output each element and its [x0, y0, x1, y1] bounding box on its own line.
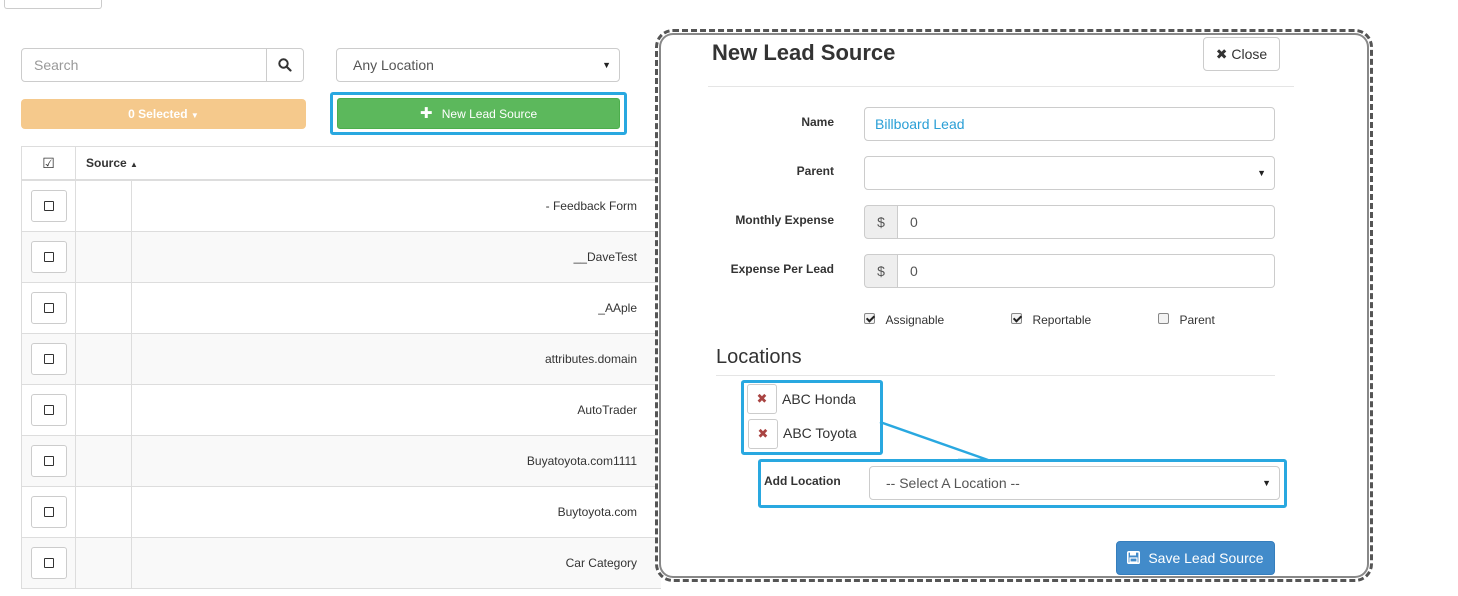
square-icon: [44, 354, 54, 364]
reportable-option[interactable]: Reportable: [1011, 311, 1091, 329]
selected-dropdown-button[interactable]: 0 Selected ▼: [21, 99, 306, 129]
caret-down-icon: ▼: [190, 111, 199, 120]
table-row[interactable]: _AAple: [21, 283, 661, 334]
square-icon: [44, 507, 54, 517]
table-row[interactable]: - Feedback Form: [21, 181, 661, 232]
select-all-checkbox[interactable]: ☑: [22, 147, 76, 180]
row-source: _AAple: [598, 301, 637, 315]
square-icon: [44, 252, 54, 262]
assignable-checkbox[interactable]: [864, 313, 875, 324]
parent-checkbox[interactable]: [1158, 313, 1169, 324]
modal-title: New Lead Source: [712, 40, 896, 65]
row-checkbox[interactable]: [31, 241, 67, 273]
row-blank-cell: [76, 181, 132, 231]
square-icon: [44, 303, 54, 313]
floppy-disk-icon: [1127, 551, 1141, 564]
row-checkbox[interactable]: [31, 343, 67, 375]
search-icon: [278, 58, 292, 72]
row-source: Buytoyota.com: [557, 505, 637, 519]
row-blank-cell: [76, 232, 132, 282]
close-button[interactable]: ✖ Close: [1203, 37, 1280, 71]
name-label: Name: [801, 115, 834, 129]
parent-label: Parent: [796, 164, 834, 178]
reportable-label: Reportable: [1032, 313, 1092, 327]
sort-asc-icon: ▲: [130, 160, 138, 169]
square-icon: [44, 201, 54, 211]
save-lead-source-button[interactable]: Save Lead Source: [1116, 541, 1275, 575]
search-input[interactable]: Search: [21, 48, 267, 82]
reportable-checkbox[interactable]: [1011, 313, 1022, 324]
modal-divider: [708, 86, 1294, 87]
row-blank-cell: [76, 436, 132, 486]
locations-divider: [716, 375, 1275, 376]
row-blank-cell: [76, 538, 132, 588]
location-filter-value: Any Location: [353, 57, 434, 73]
row-source: attributes.domain: [544, 352, 637, 366]
row-source: - Feedback Form: [545, 199, 637, 213]
table-row[interactable]: AutoTrader: [21, 385, 661, 436]
assignable-label: Assignable: [885, 313, 945, 327]
assignable-option[interactable]: Assignable: [864, 311, 944, 329]
parent-select[interactable]: ▼: [864, 156, 1275, 190]
expense-per-lead-label: Expense Per Lead: [730, 262, 834, 276]
row-source: Buyatoyota.com1111: [526, 454, 637, 468]
row-blank-cell: [76, 385, 132, 435]
square-icon: [44, 456, 54, 466]
row-source: Car Category: [565, 556, 637, 570]
row-blank-cell: [76, 283, 132, 333]
chevron-down-icon: ▼: [1257, 168, 1266, 178]
check-square-icon: ☑: [42, 155, 55, 171]
parent-option[interactable]: Parent: [1158, 311, 1215, 329]
dollar-addon: $: [864, 254, 898, 288]
source-column-header[interactable]: Source ▲: [86, 147, 138, 180]
lead-source-table: ☑ Source ▲ - Feedback Form __DaveTest _A…: [21, 146, 661, 596]
close-icon: ✖: [1215, 46, 1228, 62]
table-row[interactable]: __DaveTest: [21, 232, 661, 283]
search-button[interactable]: [266, 48, 304, 82]
source-header-label: Source: [86, 156, 127, 170]
table-row[interactable]: Buytoyota.com: [21, 487, 661, 538]
row-checkbox[interactable]: [31, 190, 67, 222]
location-filter-select[interactable]: Any Location ▼: [336, 48, 620, 82]
save-label: Save Lead Source: [1148, 550, 1264, 566]
row-blank-cell: [76, 334, 132, 384]
row-source: __DaveTest: [573, 250, 637, 264]
table-row[interactable]: Buyatoyota.com1111: [21, 436, 661, 487]
monthly-expense-field[interactable]: 0: [898, 205, 1275, 239]
table-row[interactable]: Car Category: [21, 538, 661, 589]
square-icon: [44, 558, 54, 568]
row-checkbox[interactable]: [31, 394, 67, 426]
top-left-tab: [4, 0, 102, 9]
highlight-locations: [741, 380, 883, 455]
locations-heading: Locations: [716, 346, 802, 368]
dollar-addon: $: [864, 205, 898, 239]
square-icon: [44, 405, 54, 415]
row-blank-cell: [76, 487, 132, 537]
parent-checkbox-label: Parent: [1179, 313, 1215, 327]
row-checkbox[interactable]: [31, 445, 67, 477]
selected-count-label: 0 Selected: [128, 107, 188, 121]
row-checkbox[interactable]: [31, 496, 67, 528]
table-header: ☑ Source ▲: [21, 146, 661, 181]
monthly-expense-label: Monthly Expense: [735, 213, 834, 227]
row-checkbox[interactable]: [31, 547, 67, 579]
close-label: Close: [1231, 46, 1268, 62]
row-checkbox[interactable]: [31, 292, 67, 324]
table-row[interactable]: attributes.domain: [21, 334, 661, 385]
name-field[interactable]: Billboard Lead: [864, 107, 1275, 141]
chevron-down-icon: ▼: [602, 60, 611, 70]
row-source: AutoTrader: [577, 403, 637, 417]
expense-per-lead-field[interactable]: 0: [898, 254, 1275, 288]
highlight-new-button: [330, 92, 627, 135]
highlight-add-location: [758, 459, 1287, 508]
